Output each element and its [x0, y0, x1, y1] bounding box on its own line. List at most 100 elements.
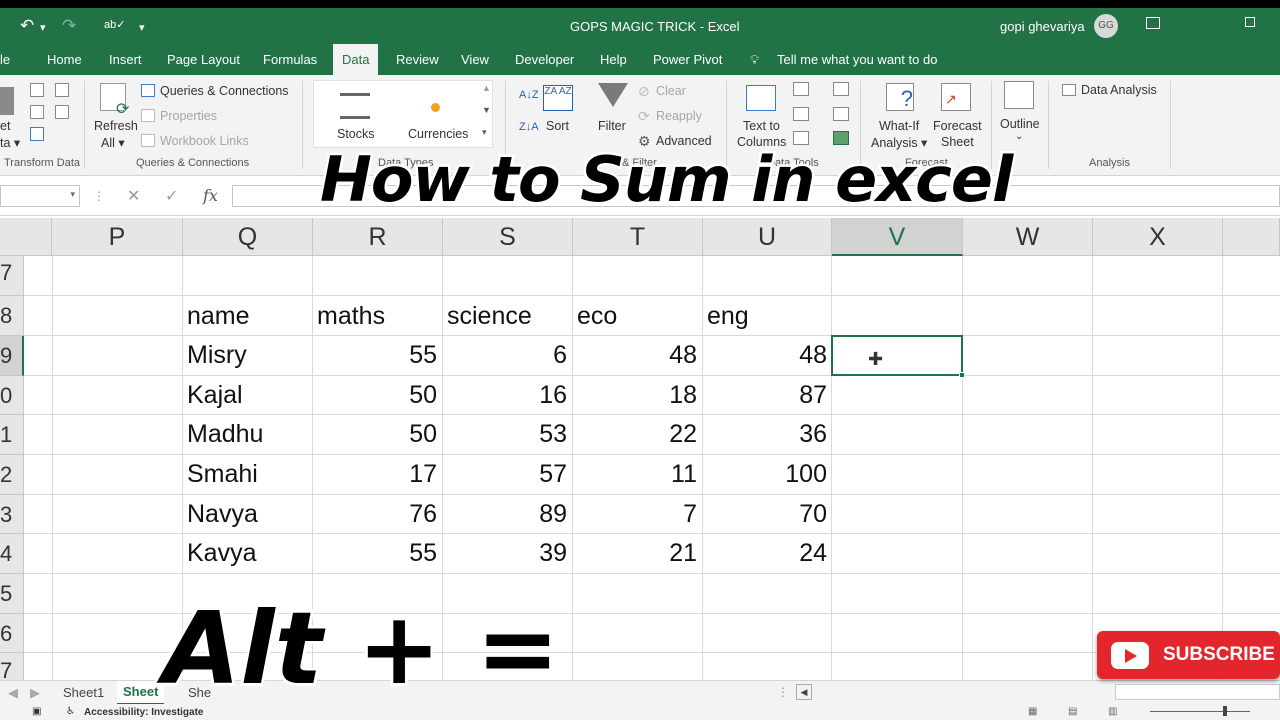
- what-if-icon[interactable]: ?: [886, 83, 914, 111]
- queries-connections-button[interactable]: Queries & Connections: [160, 84, 289, 98]
- name-box-dropdown-icon[interactable]: ▾: [70, 189, 75, 200]
- cell-name[interactable]: Kajal: [187, 381, 243, 410]
- lightbulb-icon[interactable]: 💡︎: [750, 52, 759, 68]
- sheet-tab[interactable]: Sheet1: [63, 685, 104, 700]
- column-header-y[interactable]: [1223, 218, 1280, 256]
- cell-maths[interactable]: 55: [313, 341, 437, 370]
- column-header-p[interactable]: P: [52, 218, 183, 256]
- text-to-columns-label[interactable]: Text to: [743, 119, 780, 133]
- column-header-s[interactable]: S: [443, 218, 573, 256]
- tab-view[interactable]: View: [461, 52, 489, 67]
- zoom-slider-thumb[interactable]: [1223, 706, 1227, 716]
- cell-eng[interactable]: 36: [703, 420, 827, 449]
- active-cell[interactable]: [831, 335, 965, 378]
- name-box[interactable]: ▾: [0, 185, 80, 207]
- clear-button[interactable]: Clear: [656, 84, 686, 98]
- cell-science[interactable]: 16: [443, 381, 567, 410]
- currencies-icon[interactable]: [431, 103, 440, 112]
- properties-button[interactable]: Properties: [160, 109, 217, 123]
- row-header[interactable]: 5: [0, 574, 24, 614]
- row-header[interactable]: 4: [0, 534, 24, 574]
- cell-name[interactable]: Misry: [187, 341, 247, 370]
- restore-icon[interactable]: [1245, 17, 1255, 27]
- tell-me-search[interactable]: Tell me what you want to do: [777, 52, 937, 67]
- cell-name[interactable]: Navya: [187, 500, 258, 529]
- cell-maths[interactable]: 76: [313, 500, 437, 529]
- existing-connections-icon[interactable]: [55, 105, 69, 119]
- sort-za-icon[interactable]: Z↓A: [519, 121, 539, 133]
- stocks-icon[interactable]: [340, 93, 370, 119]
- tab-power-pivot[interactable]: Power Pivot: [653, 52, 722, 67]
- consolidate-icon[interactable]: [833, 82, 849, 96]
- text-to-columns-icon[interactable]: [746, 85, 776, 111]
- get-data-icon[interactable]: [0, 87, 14, 115]
- subscribe-button[interactable]: SUBSCRIBE: [1097, 631, 1280, 679]
- row-header[interactable]: 0: [0, 376, 24, 415]
- cell-eng[interactable]: 48: [703, 341, 827, 370]
- cell-name[interactable]: Smahi: [187, 460, 258, 489]
- outline-icon[interactable]: [1004, 81, 1034, 109]
- gallery-more-icon[interactable]: ▾: [482, 127, 487, 138]
- cell-science[interactable]: 89: [443, 500, 567, 529]
- currencies-button[interactable]: Currencies: [408, 127, 468, 141]
- tab-data[interactable]: Data: [333, 44, 379, 75]
- cell-maths[interactable]: 50: [313, 381, 437, 410]
- accessibility-status[interactable]: Accessibility: Investigate: [84, 707, 204, 718]
- what-if-label[interactable]: What-If: [879, 119, 919, 133]
- row-header[interactable]: 8: [0, 296, 24, 336]
- cell-eco[interactable]: 48: [573, 341, 697, 370]
- undo-icon[interactable]: ↶: [20, 16, 34, 36]
- column-header-w[interactable]: W: [963, 218, 1093, 256]
- cell-eco[interactable]: 18: [573, 381, 697, 410]
- cell-maths[interactable]: 17: [313, 460, 437, 489]
- row-header[interactable]: 3: [0, 495, 24, 534]
- row-header[interactable]: 6: [0, 614, 24, 653]
- cell-eco[interactable]: 21: [573, 539, 697, 568]
- zoom-slider[interactable]: [1150, 711, 1250, 712]
- page-break-view-icon[interactable]: ▥: [1108, 706, 1117, 717]
- cell-eco[interactable]: 22: [573, 420, 697, 449]
- flash-fill-icon[interactable]: [793, 82, 809, 96]
- fill-handle[interactable]: [959, 372, 965, 378]
- column-header-v[interactable]: V: [832, 218, 963, 256]
- tab-insert[interactable]: Insert: [109, 52, 142, 67]
- row-header[interactable]: 2: [0, 455, 24, 495]
- gallery-up-icon[interactable]: ▲: [482, 83, 491, 93]
- stocks-button[interactable]: Stocks: [337, 127, 375, 141]
- workbook-links-button[interactable]: Workbook Links: [160, 134, 249, 148]
- sort-az-icon[interactable]: A↓Z: [519, 89, 539, 101]
- select-all-corner[interactable]: [0, 218, 52, 256]
- sort-icon[interactable]: ZA AZ: [543, 85, 573, 111]
- reapply-button[interactable]: Reapply: [656, 109, 702, 123]
- macro-record-icon[interactable]: ▣: [32, 706, 41, 717]
- header-cell-eco[interactable]: eco: [577, 302, 617, 331]
- tab-split-handle[interactable]: ⋮: [777, 685, 789, 699]
- cell-science[interactable]: 53: [443, 420, 567, 449]
- user-name[interactable]: gopi ghevariya: [1000, 19, 1085, 34]
- tab-formulas[interactable]: Formulas: [263, 52, 317, 67]
- redo-icon[interactable]: ↷: [62, 16, 76, 36]
- sheet-tab-active[interactable]: Sheet: [117, 681, 165, 705]
- from-table-icon[interactable]: [30, 127, 44, 141]
- horizontal-scrollbar[interactable]: [1115, 684, 1280, 700]
- enter-icon[interactable]: ✓: [165, 186, 178, 206]
- column-header-x[interactable]: X: [1093, 218, 1223, 256]
- column-header-q[interactable]: Q: [183, 218, 313, 256]
- cell-eng[interactable]: 70: [703, 500, 827, 529]
- cell-maths[interactable]: 55: [313, 539, 437, 568]
- column-header-t[interactable]: T: [573, 218, 703, 256]
- row-header[interactable]: 7: [0, 256, 24, 296]
- next-sheet-icon[interactable]: ▶: [30, 685, 40, 701]
- data-analysis-button[interactable]: Data Analysis: [1081, 83, 1157, 97]
- tab-review[interactable]: Review: [396, 52, 439, 67]
- filter-icon[interactable]: [598, 83, 628, 107]
- cell-maths[interactable]: 50: [313, 420, 437, 449]
- sort-button[interactable]: Sort: [546, 119, 569, 133]
- undo-dropdown-icon[interactable]: ▾: [40, 21, 46, 34]
- ribbon-display-icon[interactable]: [1146, 17, 1160, 29]
- column-header-u[interactable]: U: [703, 218, 832, 256]
- header-cell-science[interactable]: science: [447, 302, 532, 331]
- normal-view-icon[interactable]: ▦: [1028, 706, 1037, 717]
- tab-page-layout[interactable]: Page Layout: [167, 52, 240, 67]
- avatar[interactable]: GG: [1094, 14, 1118, 38]
